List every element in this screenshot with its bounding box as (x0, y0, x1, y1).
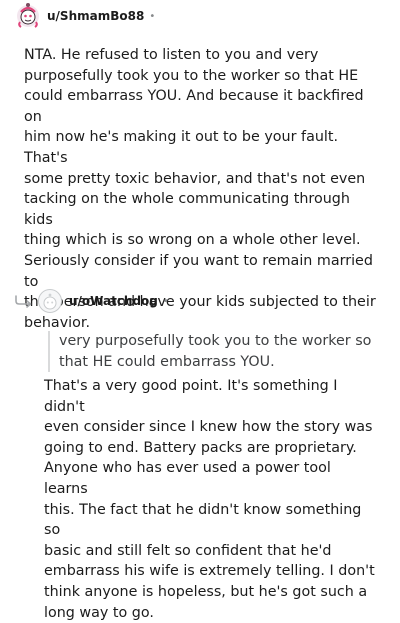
comment-body: That's a very good point. It's something… (44, 378, 375, 621)
reply-arrow-icon (14, 294, 34, 308)
separator-dot: • (149, 10, 156, 22)
user-avatar-icon[interactable] (16, 3, 40, 28)
quoted-text: very purposefully took you to the worker… (48, 331, 379, 373)
username[interactable]: u/ShmamBo88 (47, 9, 144, 23)
comment-header: u/ShmamBo88 • (16, 3, 156, 28)
separator-dot: • (162, 295, 169, 307)
default-avatar-icon[interactable] (38, 289, 62, 313)
comment-header: u/oWatchdog • (38, 289, 169, 313)
username[interactable]: u/oWatchdog (69, 294, 158, 308)
